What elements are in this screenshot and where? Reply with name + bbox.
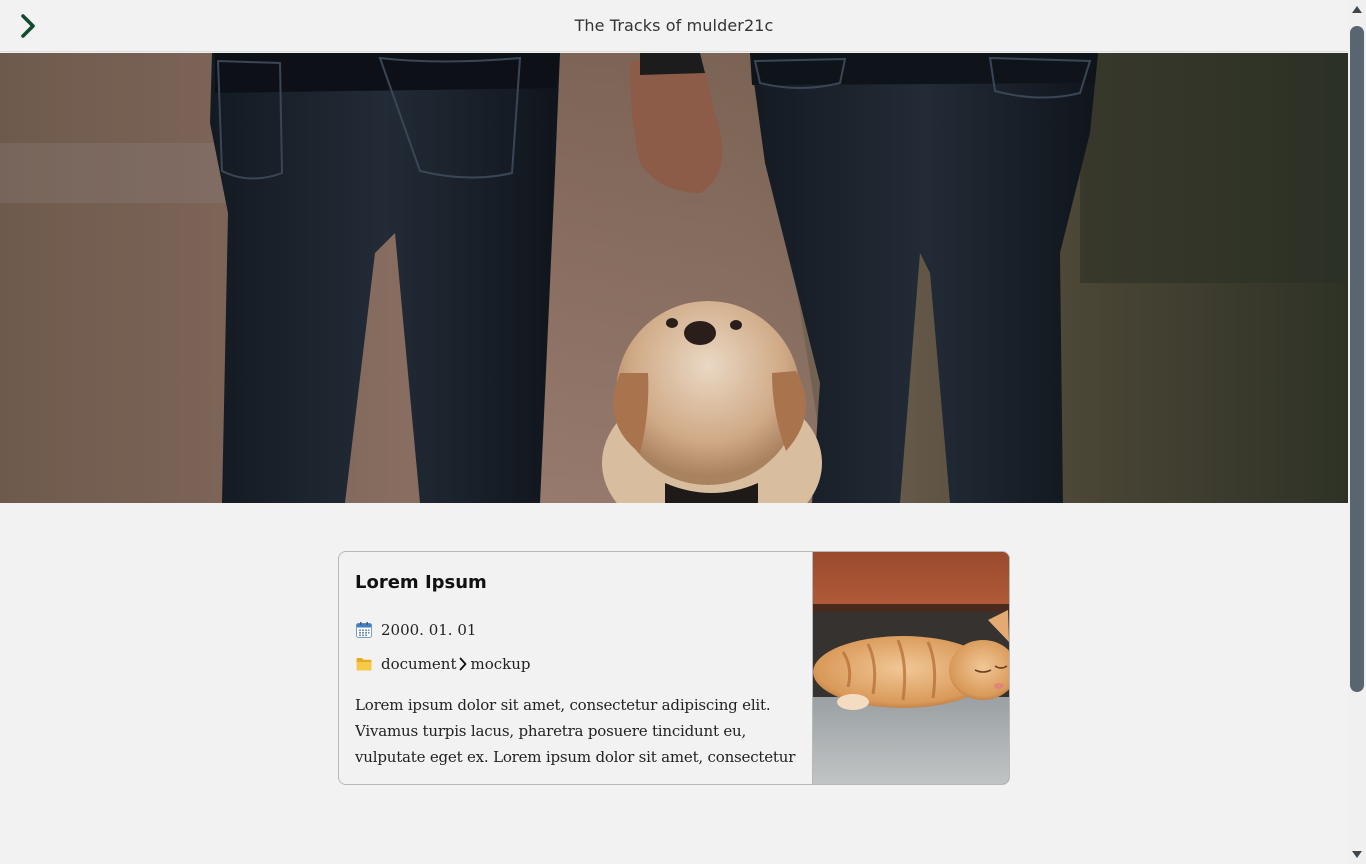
post-card-body: Lorem Ipsum 2000. 01. 01 document mockup… (339, 552, 812, 784)
post-excerpt: Lorem ipsum dolor sit amet, consectetur … (355, 696, 796, 766)
subcategory-link[interactable]: mockup (470, 655, 530, 673)
calendar-icon (356, 622, 372, 638)
scroll-up-button[interactable] (1351, 3, 1363, 15)
chevron-right-icon (21, 14, 35, 38)
chevron-right-icon (460, 657, 467, 671)
post-thumbnail[interactable] (812, 552, 1009, 784)
hero-image (0, 53, 1348, 503)
category-link[interactable]: document (381, 655, 456, 673)
folder-icon (356, 658, 372, 671)
page-scrollbar[interactable] (1348, 0, 1366, 864)
site-title[interactable]: The Tracks of mulder21c (575, 16, 774, 35)
post-date-row: 2000. 01. 01 (355, 619, 796, 641)
post-title[interactable]: Lorem Ipsum (355, 572, 796, 593)
scroll-down-button[interactable] (1351, 849, 1363, 861)
post-card[interactable]: Lorem Ipsum 2000. 01. 01 document mockup… (338, 551, 1010, 785)
post-date: 2000. 01. 01 (381, 621, 477, 639)
scrollbar-thumb[interactable] (1350, 26, 1364, 692)
site-header: The Tracks of mulder21c (0, 0, 1348, 52)
menu-toggle-button[interactable] (14, 12, 42, 40)
post-category-row: document mockup (355, 653, 796, 675)
triangle-down-icon (1352, 851, 1362, 858)
triangle-up-icon (1352, 6, 1362, 13)
